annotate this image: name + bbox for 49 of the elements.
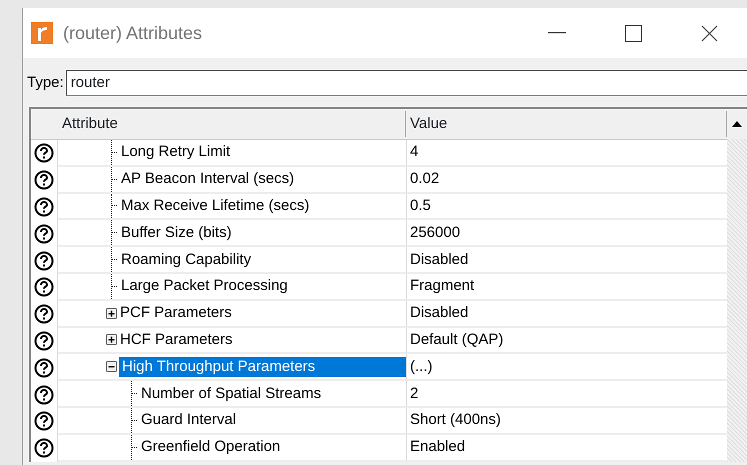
attribute-value[interactable]: 256000 [407, 222, 464, 243]
help-icon[interactable] [34, 384, 54, 405]
help-icon[interactable] [34, 143, 54, 164]
attribute-value[interactable]: Short (400ns) [407, 410, 504, 430]
attribute-name[interactable]: High Throughput Parameters [119, 356, 406, 377]
help-icon[interactable] [34, 438, 54, 458]
attribute-value[interactable]: (...) [407, 356, 436, 377]
attribute-name[interactable]: AP Beacon Interval (secs) [118, 169, 298, 190]
help-icon[interactable] [34, 304, 54, 324]
help-icon[interactable] [34, 330, 54, 351]
help-icon[interactable] [34, 170, 54, 190]
attribute-name[interactable]: Number of Spatial Streams [138, 384, 324, 404]
attribute-value[interactable]: Fragment [407, 276, 478, 296]
attribute-value[interactable]: 4 [407, 142, 422, 162]
attribute-name[interactable]: Greenfield Operation [138, 437, 284, 458]
help-icon[interactable] [34, 250, 54, 271]
type-label: Type: [27, 72, 64, 93]
attribute-value[interactable]: Disabled [407, 303, 472, 324]
minimize-icon [548, 32, 566, 34]
help-icon[interactable] [34, 411, 54, 432]
scroll-up-button[interactable] [727, 109, 747, 139]
up-arrow-icon [732, 121, 742, 127]
close-icon [700, 24, 718, 42]
help-icon[interactable] [34, 196, 54, 217]
window-title: (router) Attributes [63, 22, 202, 45]
column-header[interactable]: Attribute [58, 110, 406, 138]
maximize-icon [624, 24, 642, 42]
help-icon[interactable] [34, 277, 54, 298]
attribute-name[interactable]: Max Receive Lifetime (secs) [118, 196, 312, 216]
attribute-name[interactable]: Roaming Capability [118, 250, 254, 270]
attribute-name[interactable]: Buffer Size (bits) [118, 222, 235, 243]
attribute-value[interactable]: 0.5 [407, 196, 434, 216]
attribute-name[interactable]: Long Retry Limit [118, 142, 234, 162]
expand-icon[interactable] [106, 334, 117, 346]
type-field[interactable]: router [66, 70, 747, 96]
collapse-icon[interactable] [106, 361, 117, 372]
attribute-value[interactable]: Default (QAP) [407, 330, 506, 350]
app-icon [31, 22, 53, 44]
help-icon[interactable] [34, 224, 54, 244]
attribute-value[interactable]: Disabled [407, 250, 472, 270]
attribute-name[interactable]: Large Packet Processing [118, 276, 291, 296]
attribute-value[interactable]: 0.02 [407, 169, 442, 190]
attribute-name[interactable]: HCF Parameters [117, 330, 236, 350]
attribute-name[interactable]: PCF Parameters [117, 303, 235, 324]
help-icon[interactable] [34, 358, 54, 378]
expand-icon[interactable] [106, 308, 117, 319]
attribute-name[interactable]: Guard Interval [138, 410, 240, 430]
attribute-value[interactable]: Enabled [407, 437, 468, 458]
attribute-value[interactable]: 2 [407, 384, 422, 404]
